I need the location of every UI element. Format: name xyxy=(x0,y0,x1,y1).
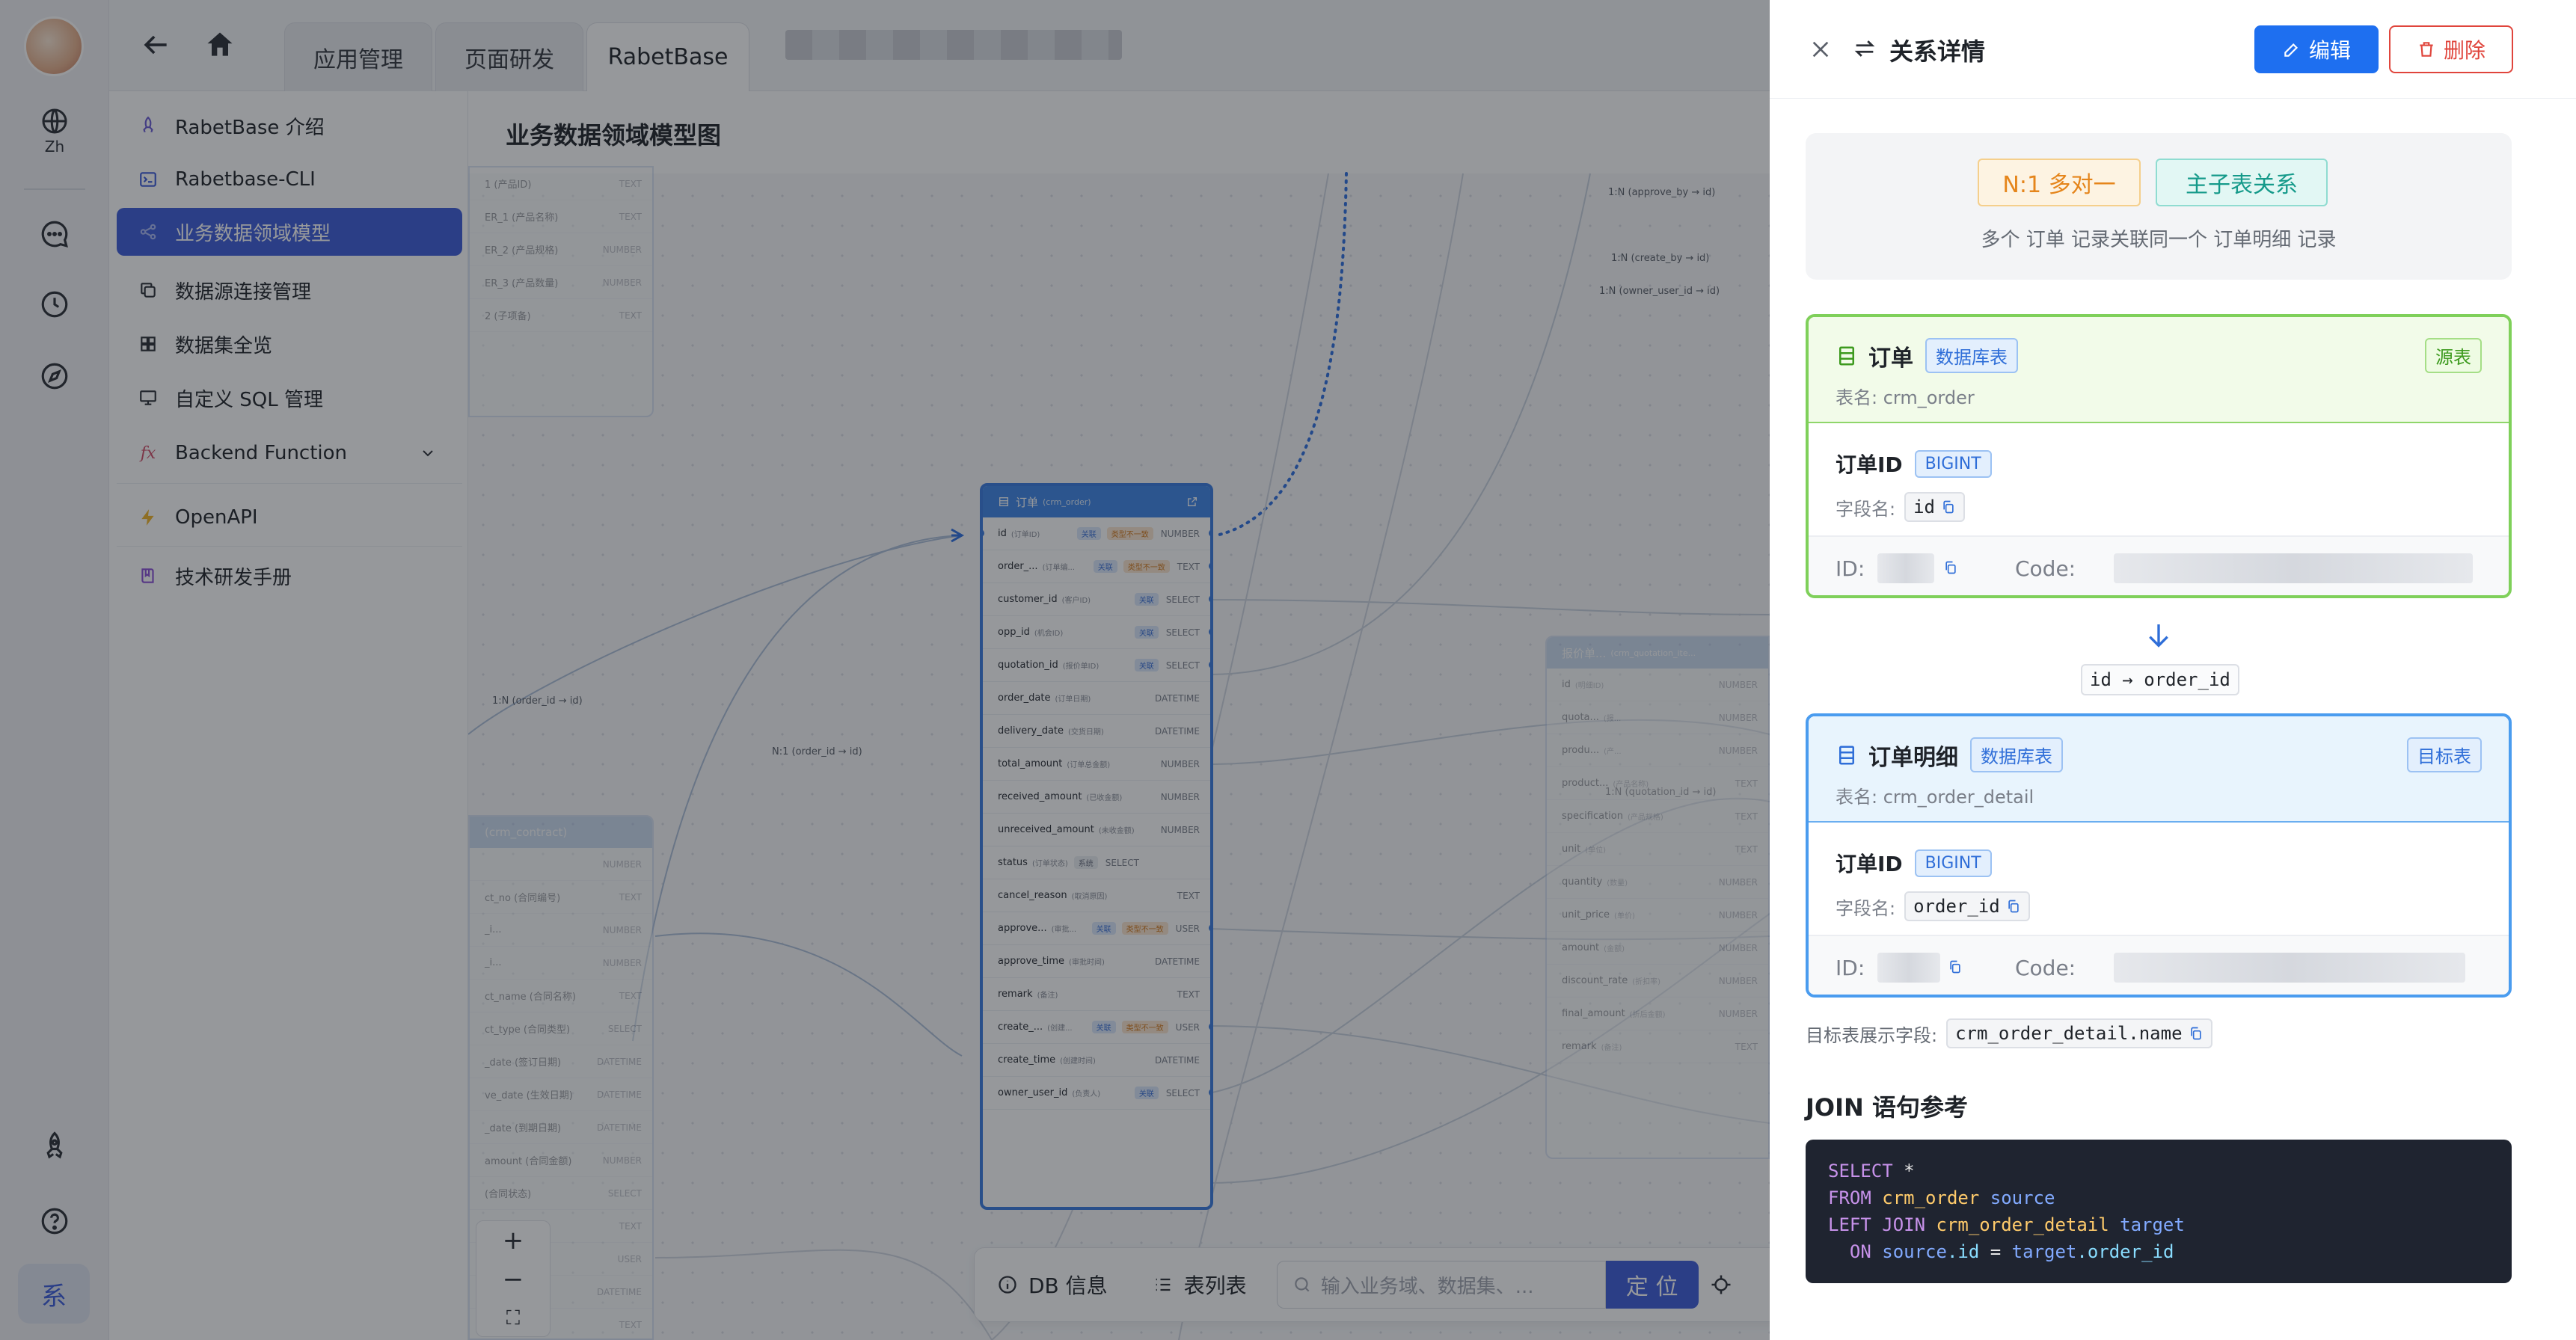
field-code-value: order_id xyxy=(1913,896,2000,917)
edit-label: 编辑 xyxy=(2308,38,2351,63)
swap-icon xyxy=(1854,40,1875,57)
card-footer: ID: Code: xyxy=(1809,535,2509,595)
copy-icon[interactable] xyxy=(2006,898,2021,915)
copy-icon[interactable] xyxy=(2189,1025,2204,1042)
field-type-badge: BIGINT xyxy=(1914,449,1992,478)
card-header: 订单 数据库表 源表 表名: crm_order xyxy=(1809,317,2509,423)
delete-button[interactable]: 删除 xyxy=(2389,25,2513,73)
arrow-down-icon xyxy=(2149,624,2168,648)
sql-column: .id xyxy=(1946,1241,1980,1262)
sql-keyword: LEFT JOIN xyxy=(1828,1214,1926,1235)
drawer-title: 关系详情 xyxy=(1889,37,1986,66)
display-field-chip[interactable]: crm_order_detail.name xyxy=(1946,1018,2212,1048)
source-name: 订单 xyxy=(1868,345,1913,372)
field-code-label: 字段名: xyxy=(1836,897,1896,919)
table-icon xyxy=(1839,746,1854,764)
redacted-code xyxy=(2114,553,2473,583)
sql-keyword: SELECT xyxy=(1828,1161,1893,1181)
code-label: Code: xyxy=(2015,556,2076,581)
relation-detail-drawer: 关系详情 编辑 删除 N:1 多对一 主子表关系 多个 订单 记录关联同一个 订… xyxy=(1770,0,2576,1340)
sql-alias: target xyxy=(2109,1214,2185,1235)
relation-summary: N:1 多对一 主子表关系 多个 订单 记录关联同一个 订单明细 记录 xyxy=(1806,133,2512,280)
redacted-id xyxy=(1877,953,1940,983)
sql-column: .order_id xyxy=(2076,1241,2174,1262)
sql-keyword: FROM xyxy=(1828,1187,1871,1208)
sql-alias: source xyxy=(1979,1187,2055,1208)
field-type-badge: BIGINT xyxy=(1914,849,1992,877)
target-flag: 目标表 xyxy=(2407,737,2482,772)
field-code-chip[interactable]: order_id xyxy=(1904,891,2030,921)
sql-alias: target xyxy=(2011,1241,2077,1262)
card-table-name: 订单明细 数据库表 xyxy=(1836,737,2063,772)
target-table-card: 订单明细 数据库表 目标表 表名: crm_order_detail 订单ID … xyxy=(1806,713,2512,998)
display-field-label: 目标表展示字段: xyxy=(1806,1024,1938,1046)
field-code-row: 字段名: order_id xyxy=(1836,891,2030,921)
id-label: ID: xyxy=(1836,956,1865,980)
field-title: 订单ID BIGINT xyxy=(1836,848,1992,878)
sql-line: LEFT JOIN crm_order_detail target xyxy=(1828,1211,2489,1238)
copy-icon[interactable] xyxy=(1948,959,1963,975)
table-type-badge: 数据库表 xyxy=(1970,737,2063,772)
relation-description: 多个 订单 记录关联同一个 订单明细 记录 xyxy=(1981,229,2337,251)
card-footer: ID: Code: xyxy=(1809,935,2509,995)
copy-icon[interactable] xyxy=(1941,499,1956,515)
target-name: 订单明细 xyxy=(1868,744,1958,771)
code-label: Code: xyxy=(2015,956,2076,980)
relation-type-badge: N:1 多对一 xyxy=(1978,159,2141,206)
field-code-value: id xyxy=(1913,497,1935,517)
field-code-chip[interactable]: id xyxy=(1904,492,1965,522)
sql-table: crm_order xyxy=(1871,1187,1980,1208)
id-label: ID: xyxy=(1836,556,1865,581)
field-code-label: 字段名: xyxy=(1836,498,1896,520)
source-table-card: 订单 数据库表 源表 表名: crm_order 订单ID BIGINT 字段名… xyxy=(1806,314,2512,598)
table-type-badge: 数据库表 xyxy=(1925,338,2018,373)
relation-kind-badge: 主子表关系 xyxy=(2156,159,2328,206)
table-name-label: 表名: crm_order_detail xyxy=(1836,787,2034,808)
drawer-header: 关系详情 编辑 删除 xyxy=(1770,0,2576,99)
sql-text: * xyxy=(1892,1161,1915,1181)
redacted-id xyxy=(1877,553,1934,583)
sql-line: SELECT * xyxy=(1828,1158,2489,1184)
redacted-code xyxy=(2114,953,2465,983)
table-name-label: 表名: crm_order xyxy=(1836,387,1975,408)
join-section-title: JOIN 语句参考 xyxy=(1806,1093,1968,1122)
card-header: 订单明细 数据库表 目标表 表名: crm_order_detail xyxy=(1809,716,2509,823)
delete-label: 删除 xyxy=(2443,38,2485,63)
modal-overlay[interactable] xyxy=(0,0,1770,1340)
sql-line: ON source.id = target.order_id xyxy=(1828,1238,2489,1265)
card-table-name: 订单 数据库表 xyxy=(1836,338,2018,373)
table-icon xyxy=(1839,346,1854,365)
field-name: 订单ID xyxy=(1836,852,1903,876)
sql-keyword: ON xyxy=(1828,1241,1871,1262)
field-code-row: 字段名: id xyxy=(1836,492,1965,522)
field-name: 订单ID xyxy=(1836,452,1903,477)
field-title: 订单ID BIGINT xyxy=(1836,449,1992,479)
pencil-icon xyxy=(2284,43,2299,57)
source-flag: 源表 xyxy=(2425,338,2482,373)
sql-alias: source xyxy=(1871,1241,1947,1262)
sql-text: = xyxy=(1979,1241,2012,1262)
display-field-row: 目标表展示字段: crm_order_detail.name xyxy=(1806,1018,2212,1048)
trash-icon xyxy=(2420,42,2433,57)
copy-icon[interactable] xyxy=(1943,559,1958,576)
close-icon[interactable] xyxy=(1809,37,1833,61)
display-field-value: crm_order_detail.name xyxy=(1955,1023,2183,1044)
sql-table: crm_order_detail xyxy=(1925,1214,2109,1235)
field-mapping: id → order_id xyxy=(2081,664,2239,695)
sql-line: FROM crm_order source xyxy=(1828,1184,2489,1211)
sql-code-block[interactable]: SELECT * FROM crm_order source LEFT JOIN… xyxy=(1806,1140,2512,1283)
edit-button[interactable]: 编辑 xyxy=(2254,25,2379,73)
